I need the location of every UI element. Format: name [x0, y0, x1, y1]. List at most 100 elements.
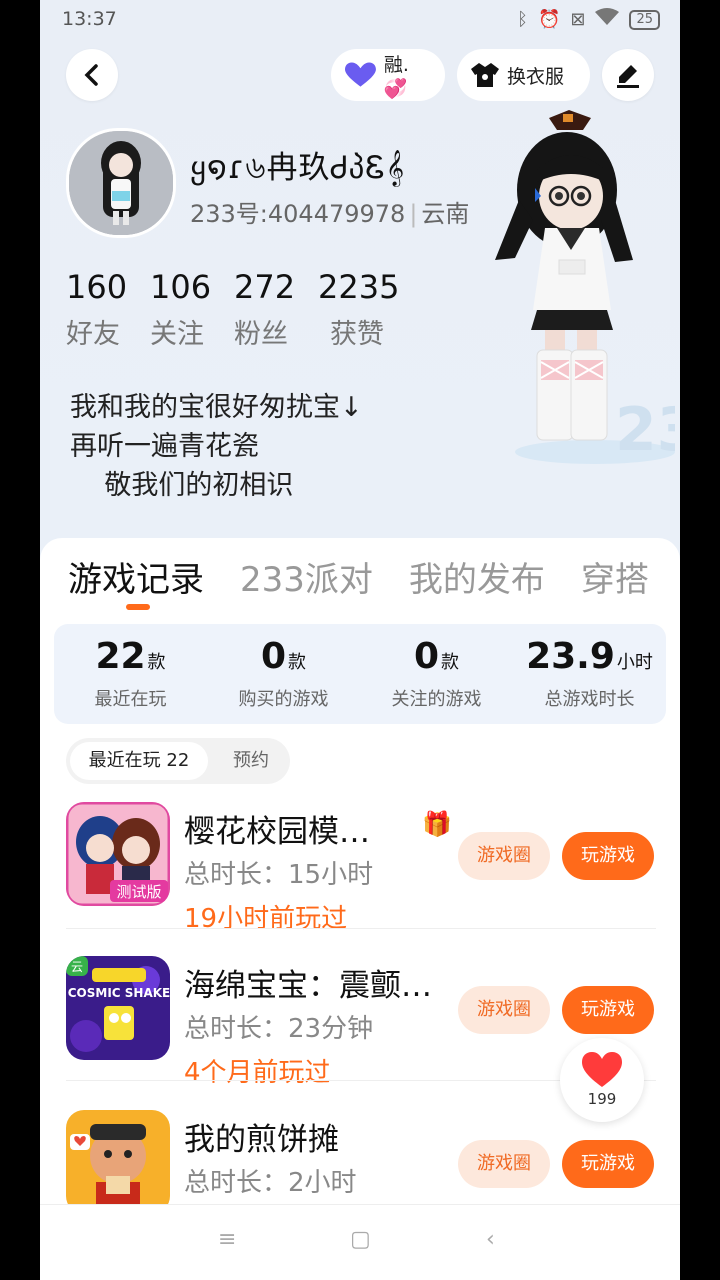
game-last-played: 19小时前玩过 [184, 904, 348, 934]
profile-stats: 160 好友 106 关注 272 粉丝 2235 获赞 [66, 268, 418, 351]
game-records-sheet: 游戏记录 233派对 我的发布 穿搭 22 款 最近在玩 0款 购买的游戏 0款 … [40, 538, 680, 1280]
tab-outfits[interactable]: 穿搭 [581, 552, 649, 601]
game-title: 海绵宝宝：震颤… [184, 968, 432, 1004]
profile-uid: 233号:404479978 [190, 200, 406, 228]
avatar-character-3d[interactable]: 233 [475, 110, 680, 470]
back-nav-icon[interactable]: ‹ [486, 1227, 495, 1252]
summary-label: 购买的游戏 [238, 689, 329, 710]
summary-playtime[interactable]: 23.9 小时 总游戏时长 [513, 624, 666, 724]
tab-game-records[interactable]: 游戏记录 [68, 552, 204, 601]
stat-value: 160 [66, 268, 128, 306]
wardrobe-label: 换衣服 [507, 65, 565, 88]
summary-value: 22 款 [54, 636, 207, 677]
avatar[interactable] [66, 128, 176, 238]
home-icon[interactable]: ▢ [350, 1227, 371, 1252]
summary-number: 23.9 [526, 636, 615, 677]
gift-icon[interactable]: 🎁 [422, 810, 452, 838]
recent-filter-segment: 最近在玩 22 预约 [66, 738, 290, 784]
heart-icon [345, 62, 376, 87]
game-icon-sakura: 测试版 [66, 802, 170, 906]
tab-233-party[interactable]: 233派对 [240, 552, 373, 601]
sim-icon: ⊠ [570, 9, 586, 30]
wifi-icon [595, 8, 620, 31]
heart-icon [582, 1052, 622, 1087]
badge-label: 融.💞 [383, 54, 409, 100]
stat-likes[interactable]: 2235 获赞 [318, 268, 418, 351]
like-floating-button[interactable]: 199 [560, 1038, 644, 1122]
stat-label: 关注 [150, 319, 204, 350]
tab-my-posts[interactable]: 我的发布 [409, 552, 545, 601]
summary-value: 0款 [207, 636, 360, 677]
summary-unit: 小时 [616, 652, 653, 673]
summary-label: 总游戏时长 [544, 689, 635, 710]
stat-value: 2235 [318, 268, 400, 306]
bluetooth-icon: ᛒ [517, 9, 528, 30]
stat-label: 获赞 [330, 319, 384, 350]
summary-label: 最近在玩 [94, 689, 167, 710]
profile-screen: 13:37 ᛒ ⏰ ⊠ 25 融.💞 换衣服 ყ໑ɾ৬冉玖ᏧპᏋ𝄞 233号:4… [40, 0, 680, 1280]
game-duration: 总时长：23分钟 [184, 1014, 374, 1044]
summary-unit: 款 [147, 652, 166, 673]
game-title: 樱花校园模… [184, 814, 370, 850]
like-count: 199 [587, 1090, 617, 1108]
svg-text:233: 233 [615, 395, 675, 465]
summary-recent[interactable]: 22 款 最近在玩 [54, 624, 207, 724]
game-title: 我的煎饼摊 [184, 1122, 339, 1158]
battery-icon: 25 [629, 9, 660, 30]
status-bar: 13:37 ᛒ ⏰ ⊠ 25 [40, 0, 680, 40]
summary-number: 0 [413, 636, 440, 677]
game-summary: 22 款 最近在玩 0款 购买的游戏 0款 关注的游戏 23.9 小时 总游戏时长 [54, 624, 666, 724]
game-duration: 总时长：2小时 [184, 1168, 357, 1198]
game-circle-button[interactable]: 游戏圈 [458, 1140, 550, 1188]
game-icon-pancake [66, 1110, 170, 1214]
menu-icon[interactable]: ≡ [218, 1227, 236, 1252]
summary-purchased[interactable]: 0款 购买的游戏 [207, 624, 360, 724]
profile-tabs: 游戏记录 233派对 我的发布 穿搭 [68, 552, 649, 601]
segment-recent[interactable]: 最近在玩 22 [70, 742, 208, 780]
edit-button[interactable] [602, 49, 654, 101]
couple-badge-button[interactable]: 融.💞 [331, 49, 445, 101]
wardrobe-button[interactable]: 换衣服 [457, 49, 590, 101]
play-game-button[interactable]: 玩游戏 [562, 1140, 654, 1188]
separator: | [409, 200, 418, 228]
game-icon-label: 测试版 [116, 883, 161, 901]
game-icon-spongebob: COSMIC SHAKE 云 [66, 956, 170, 1060]
tab-indicator [126, 604, 150, 610]
stat-value: 106 [150, 268, 212, 306]
summary-number: 22 [95, 636, 146, 677]
game-icon-label: COSMIC SHAKE [68, 986, 170, 1000]
stat-friends[interactable]: 160 好友 [66, 268, 150, 351]
summary-unit: 款 [288, 652, 307, 673]
system-nav-bar: ≡ ▢ ‹ [40, 1204, 680, 1280]
cloud-tag: 云 [71, 960, 83, 974]
alarm-icon: ⏰ [537, 9, 561, 30]
play-game-button[interactable]: 玩游戏 [562, 986, 654, 1034]
stat-fans[interactable]: 272 粉丝 [234, 268, 318, 351]
play-game-button[interactable]: 玩游戏 [562, 832, 654, 880]
summary-unit: 款 [441, 652, 460, 673]
divider [66, 928, 656, 929]
back-button[interactable] [66, 49, 118, 101]
chevron-left-icon [84, 64, 98, 86]
summary-value: 23.9 小时 [513, 636, 666, 677]
summary-number: 0 [260, 636, 287, 677]
profile-name: ყ໑ɾ৬冉玖ᏧპᏋ𝄞 [190, 150, 406, 186]
game-last-played: 4个月前玩过 [184, 1058, 331, 1088]
profile-id-line: 233号:404479978 | 云南 [190, 194, 469, 229]
status-time: 13:37 [62, 8, 117, 30]
shirt-icon [471, 63, 499, 87]
summary-value: 0款 [360, 636, 513, 677]
summary-label: 关注的游戏 [391, 689, 482, 710]
stat-following[interactable]: 106 关注 [150, 268, 234, 351]
status-icons: ᛒ ⏰ ⊠ 25 [517, 8, 660, 31]
game-circle-button[interactable]: 游戏圈 [458, 832, 550, 880]
stat-label: 好友 [66, 319, 120, 350]
stat-label: 粉丝 [234, 319, 288, 350]
game-duration: 总时长：15小时 [184, 860, 374, 890]
game-circle-button[interactable]: 游戏圈 [458, 986, 550, 1034]
game-row[interactable]: 测试版 樱花校园模… 🎁 总时长：15小时 19小时前玩过 游戏圈 玩游戏 [66, 802, 666, 934]
segment-reserved[interactable]: 预约 [216, 738, 286, 784]
stat-value: 272 [234, 268, 296, 306]
summary-followed[interactable]: 0款 关注的游戏 [360, 624, 513, 724]
profile-region: 云南 [421, 200, 470, 228]
